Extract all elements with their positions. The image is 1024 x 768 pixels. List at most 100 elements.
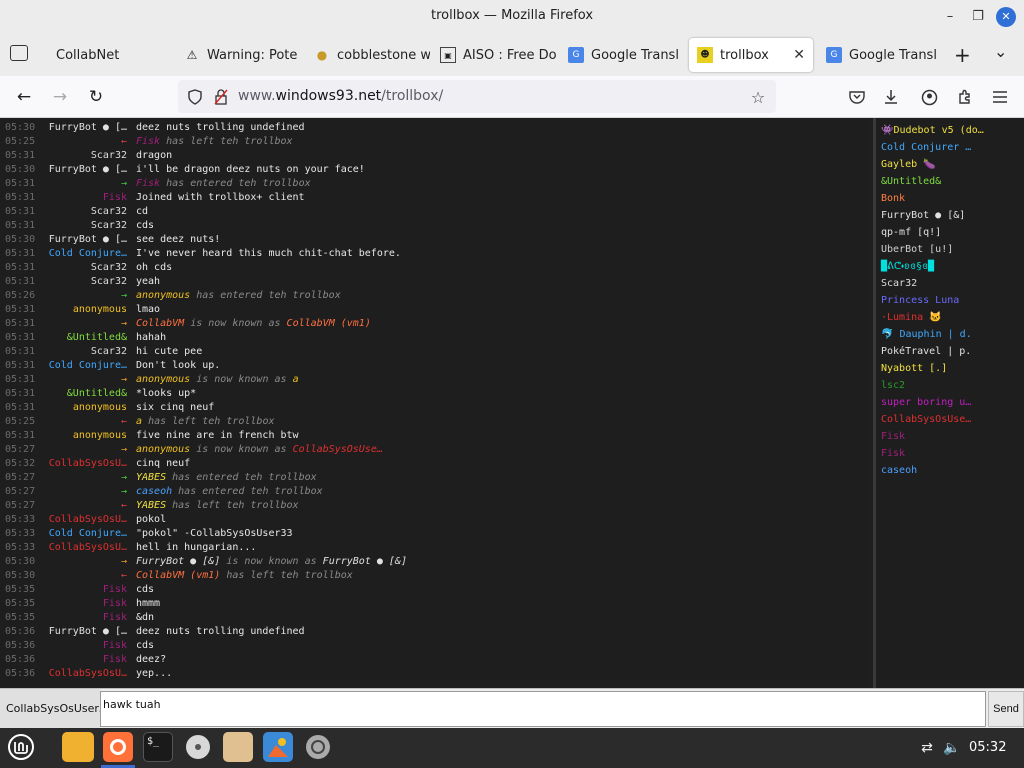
pocket-icon[interactable]: [845, 85, 869, 109]
tab-google-translate[interactable]: G Google Transl: [560, 38, 684, 72]
message-nick[interactable]: anonymous: [73, 402, 127, 413]
system-new-nick[interactable]: CollabVM (vm1): [287, 318, 371, 329]
system-nick[interactable]: YABES: [136, 500, 166, 511]
terminal-icon[interactable]: $_: [143, 732, 173, 762]
user-list-item[interactable]: qp-mf [q!]: [881, 227, 941, 241]
extensions-icon[interactable]: [953, 85, 977, 109]
system-nick[interactable]: anonymous: [136, 290, 190, 301]
user-list-item[interactable]: Scar32: [881, 278, 917, 292]
clock[interactable]: 05:32: [969, 740, 1006, 755]
message-nick[interactable]: Fisk: [103, 612, 127, 623]
menu-icon[interactable]: [988, 85, 1012, 109]
system-nick[interactable]: anonymous: [136, 374, 190, 385]
message-nick[interactable]: Scar32: [91, 206, 127, 217]
user-list-item[interactable]: █ᕕᕦ⬪ʚɞ§ɞ█: [881, 261, 934, 275]
message-nick[interactable]: Cold Conjure…: [49, 360, 127, 371]
user-list-item[interactable]: Bonk: [881, 193, 905, 207]
image-viewer-icon[interactable]: [263, 732, 293, 762]
disc-icon[interactable]: [183, 732, 213, 762]
user-list-item[interactable]: ·Lumina 🐱: [881, 312, 942, 326]
message-nick[interactable]: Scar32: [91, 346, 127, 357]
user-list-item[interactable]: CollabSysOsUse…: [881, 414, 971, 428]
message-nick[interactable]: anonymous: [73, 430, 127, 441]
insecure-connection-icon[interactable]: [212, 88, 230, 106]
message-nick[interactable]: Fisk: [103, 192, 127, 203]
close-window-button[interactable]: ✕: [996, 7, 1016, 27]
message-nick[interactable]: &Untitled&: [67, 388, 127, 399]
archive-icon[interactable]: [223, 732, 253, 762]
message-nick[interactable]: CollabSysOsU…: [49, 514, 127, 525]
message-nick[interactable]: Fisk: [103, 640, 127, 651]
system-nick[interactable]: YABES: [136, 472, 166, 483]
system-new-nick[interactable]: a: [293, 374, 299, 385]
mint-menu-icon[interactable]: [6, 732, 36, 762]
firefox-view-icon[interactable]: [10, 45, 28, 61]
message-nick[interactable]: CollabSysOsU…: [49, 668, 127, 679]
files-icon[interactable]: [62, 732, 94, 762]
user-list-item[interactable]: Fisk: [881, 431, 905, 445]
message-nick[interactable]: FurryBot ● […: [49, 234, 127, 245]
tab-trollbox[interactable]: ☻ trollbox ✕: [689, 38, 813, 72]
tracking-protection-icon[interactable]: [186, 88, 204, 106]
tab-google-translate-2[interactable]: G Google Transl: [818, 38, 936, 72]
user-list-item[interactable]: Nyabott [.]: [881, 363, 947, 377]
system-nick[interactable]: FurryBot ● [&]: [136, 556, 220, 567]
downloads-icon[interactable]: [879, 85, 903, 109]
system-nick[interactable]: a: [136, 416, 142, 427]
message-nick[interactable]: FurryBot ● […: [49, 164, 127, 175]
message-nick[interactable]: Scar32: [91, 276, 127, 287]
minimize-button[interactable]: –: [940, 7, 960, 27]
user-list-item[interactable]: FurryBot ● [&]: [881, 210, 965, 224]
tab-collabnet[interactable]: CollabNet: [44, 38, 174, 72]
tab-warning[interactable]: ⚠ Warning: Pote: [176, 38, 304, 72]
user-list-item[interactable]: PokéTravel | p.: [881, 346, 971, 360]
url-text[interactable]: www.windows93.net/trollbox/: [238, 88, 443, 104]
system-nick[interactable]: CollabVM: [136, 318, 184, 329]
system-nick[interactable]: Fisk: [136, 178, 160, 189]
chat-log[interactable]: 05:30 FurryBot ● [… deez nuts trolling und…: [0, 118, 870, 688]
message-nick[interactable]: Scar32: [91, 262, 127, 273]
firefox-icon[interactable]: [103, 732, 133, 762]
tab-cobblestone[interactable]: ● cobblestone w: [306, 38, 430, 72]
account-icon[interactable]: [917, 85, 941, 109]
message-nick[interactable]: CollabSysOsU…: [49, 542, 127, 553]
message-nick[interactable]: Fisk: [103, 584, 127, 595]
message-nick[interactable]: FurryBot ● […: [49, 626, 127, 637]
list-all-tabs-button[interactable]: ⌄: [994, 42, 1007, 61]
message-nick[interactable]: FurryBot ● […: [49, 122, 127, 133]
user-list-item[interactable]: &Untitled&: [881, 176, 941, 190]
send-button[interactable]: Send: [988, 691, 1024, 727]
user-list-item[interactable]: 👾Dudebot v5 (do…: [881, 125, 984, 139]
system-new-nick[interactable]: FurryBot ● [&]: [323, 556, 407, 567]
system-new-nick[interactable]: CollabSysOsUse…: [293, 444, 383, 455]
user-list-item[interactable]: lsc2: [881, 380, 905, 394]
message-nick[interactable]: Scar32: [91, 150, 127, 161]
system-nick[interactable]: caseoh: [136, 486, 172, 497]
user-list-item[interactable]: Fisk: [881, 448, 905, 462]
system-nick[interactable]: Fisk: [136, 136, 160, 147]
forward-button[interactable]: →: [48, 85, 72, 109]
reload-button[interactable]: ↻: [84, 85, 108, 109]
user-list-item[interactable]: Gayleb 🍆: [881, 159, 936, 173]
message-nick[interactable]: anonymous: [73, 304, 127, 315]
message-nick[interactable]: Cold Conjure…: [49, 248, 127, 259]
user-list-item[interactable]: caseoh: [881, 465, 917, 479]
volume-icon[interactable]: 🔈: [942, 738, 962, 758]
user-list-item[interactable]: Princess Luna: [881, 295, 959, 309]
network-icon[interactable]: ⇄: [917, 738, 937, 758]
user-list-item[interactable]: UberBot [u!]: [881, 244, 953, 258]
message-nick[interactable]: &Untitled&: [67, 332, 127, 343]
back-button[interactable]: ←: [12, 85, 36, 109]
message-input[interactable]: [100, 691, 986, 727]
settings-icon[interactable]: [303, 732, 333, 762]
new-tab-button[interactable]: +: [954, 43, 971, 67]
message-nick[interactable]: CollabSysOsU…: [49, 458, 127, 469]
message-nick[interactable]: Scar32: [91, 220, 127, 231]
bookmark-star-icon[interactable]: ☆: [749, 88, 767, 107]
system-nick[interactable]: CollabVM (vm1): [136, 570, 220, 581]
message-nick[interactable]: Cold Conjure…: [49, 528, 127, 539]
system-nick[interactable]: anonymous: [136, 444, 190, 455]
close-tab-icon[interactable]: ✕: [793, 47, 805, 63]
url-bar[interactable]: www.windows93.net/trollbox/ ☆: [178, 80, 776, 113]
user-list-item[interactable]: Cold Conjurer …: [881, 142, 971, 156]
